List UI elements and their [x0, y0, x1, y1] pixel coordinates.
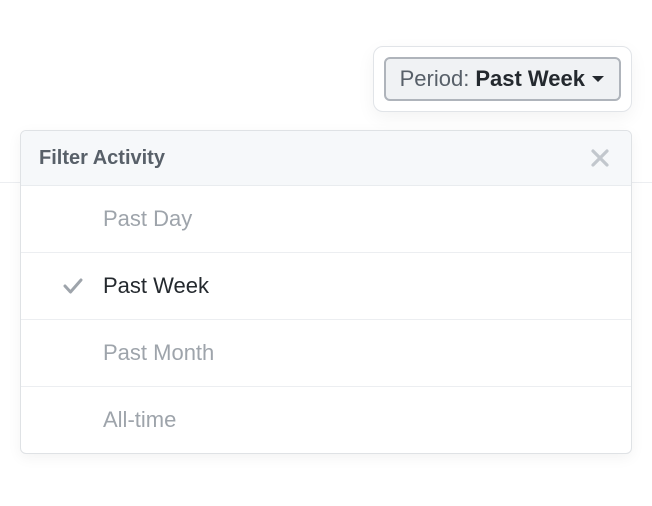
period-button-wrapper: Period: Past Week	[373, 46, 632, 112]
caret-down-icon	[591, 75, 605, 84]
period-label: Period:	[400, 68, 470, 90]
option-label: Past Month	[103, 340, 214, 366]
panel-header: Filter Activity	[21, 131, 631, 186]
option-label: Past Day	[103, 206, 192, 232]
option-all-time[interactable]: All-time	[21, 387, 631, 453]
option-past-week[interactable]: Past Week	[21, 253, 631, 320]
option-past-day[interactable]: Past Day	[21, 186, 631, 253]
close-icon[interactable]	[587, 145, 613, 171]
filter-activity-panel: Filter Activity Past Day Past Week Past …	[20, 130, 632, 454]
option-label: All-time	[103, 407, 176, 433]
panel-title: Filter Activity	[39, 147, 165, 170]
option-past-month[interactable]: Past Month	[21, 320, 631, 387]
options-list: Past Day Past Week Past Month All-time	[21, 186, 631, 453]
period-dropdown-button[interactable]: Period: Past Week	[384, 57, 621, 101]
option-label: Past Week	[103, 273, 209, 299]
check-icon	[61, 274, 85, 298]
period-value: Past Week	[475, 68, 585, 90]
